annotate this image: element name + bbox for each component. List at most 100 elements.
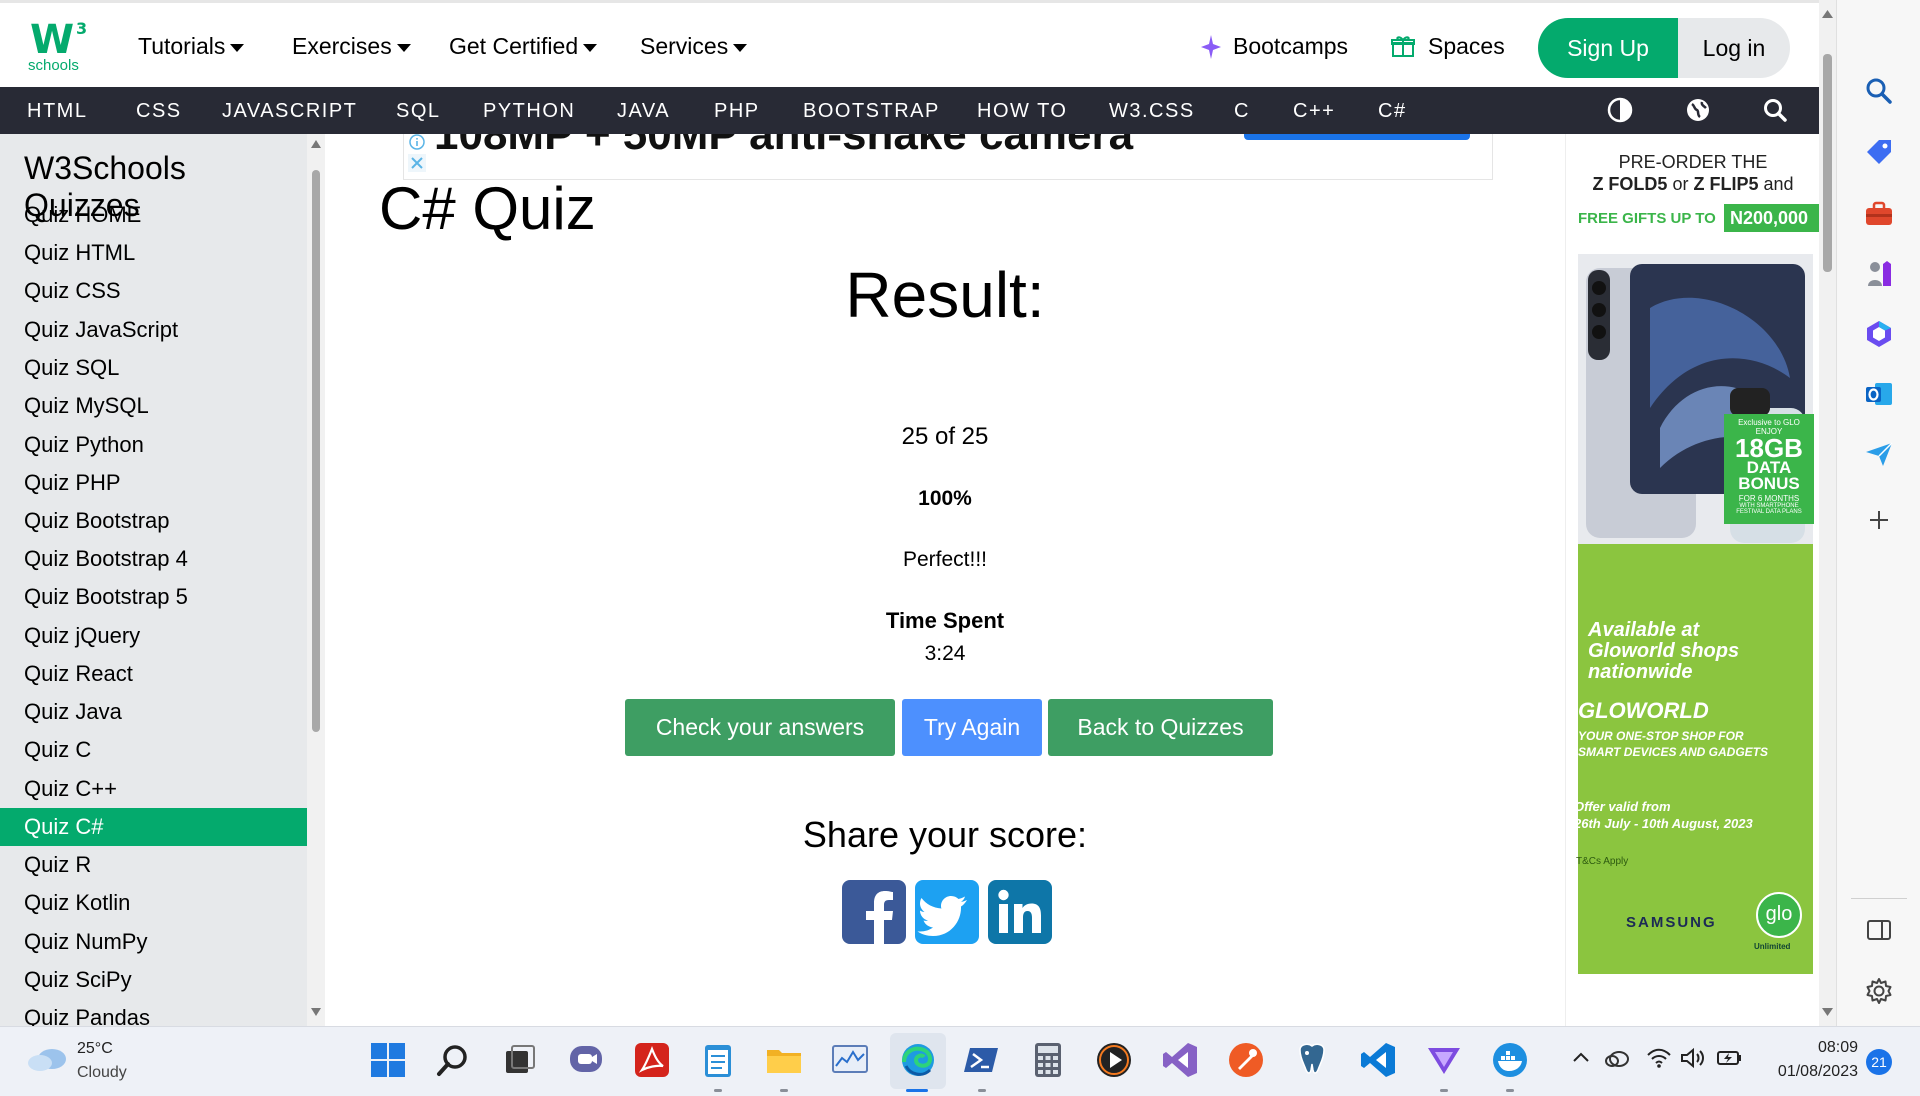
sidebar-item-quiz-javascript[interactable]: Quiz JavaScript [0, 311, 307, 349]
w3schools-logo[interactable]: W 3 schools [24, 15, 94, 77]
file-explorer-icon[interactable] [764, 1040, 804, 1080]
tray-overflow-chevron-icon[interactable] [1572, 1051, 1590, 1063]
add-icon[interactable] [1863, 504, 1895, 536]
games-chess-icon[interactable] [1863, 258, 1895, 290]
sidebar-item-quiz-sql[interactable]: Quiz SQL [0, 349, 307, 387]
notepad-icon[interactable] [698, 1040, 738, 1080]
outlook-icon[interactable] [1863, 378, 1895, 410]
menu-exercises[interactable]: Exercises [292, 33, 411, 60]
log-in-button[interactable]: Log in [1678, 18, 1790, 78]
resource-monitor-icon[interactable] [830, 1040, 870, 1080]
banner-ad-button[interactable] [1244, 134, 1470, 140]
menu-how-to[interactable]: HOW TO [977, 100, 1067, 123]
menu-services[interactable]: Services [640, 33, 748, 60]
settings-gear-icon[interactable] [1863, 975, 1895, 1007]
spaces-link[interactable]: Spaces [1428, 33, 1505, 60]
sidebar-item-quiz-home[interactable]: Quiz HOME [0, 196, 307, 234]
sidebar-item-quiz-bootstrap[interactable]: Quiz Bootstrap [0, 502, 307, 540]
ad-info-icon[interactable] [408, 134, 426, 150]
sidebar-item-quiz-scipy[interactable]: Quiz SciPy [0, 961, 307, 999]
scroll-down-arrow-icon[interactable] [311, 1008, 321, 1016]
sidebar-item-quiz-python[interactable]: Quiz Python [0, 426, 307, 464]
linkedin-share-icon[interactable] [988, 880, 1052, 944]
sidebar-scroll-thumb[interactable] [312, 170, 320, 732]
check-answers-button[interactable]: Check your answers [625, 699, 895, 756]
page-scrollbar[interactable] [1819, 0, 1836, 1026]
back-to-quizzes-button[interactable]: Back to Quizzes [1048, 699, 1273, 756]
onedrive-cloud-icon[interactable] [1604, 1047, 1630, 1069]
weather-description[interactable]: Cloudy [77, 1064, 127, 1082]
media-player-icon[interactable] [1094, 1040, 1134, 1080]
try-again-button[interactable]: Try Again [902, 699, 1042, 756]
sidebar-item-quiz-csharp[interactable]: Quiz C# [0, 808, 307, 846]
menu-php[interactable]: PHP [714, 100, 760, 123]
search-icon[interactable] [1762, 97, 1788, 123]
sidebar-item-quiz-kotlin[interactable]: Quiz Kotlin [0, 884, 307, 922]
postman-icon[interactable] [1226, 1040, 1266, 1080]
docker-icon[interactable] [1490, 1040, 1530, 1080]
send-drop-icon[interactable] [1863, 438, 1895, 470]
sidebar-item-quiz-css[interactable]: Quiz CSS [0, 272, 307, 310]
task-view-icon[interactable] [500, 1040, 540, 1080]
page-scroll-up-icon[interactable] [1822, 10, 1833, 18]
battery-charging-icon[interactable] [1716, 1047, 1744, 1069]
sidebar-item-quiz-jquery[interactable]: Quiz jQuery [0, 617, 307, 655]
sidebar-item-quiz-c[interactable]: Quiz C [0, 731, 307, 769]
notification-badge[interactable]: 21 [1866, 1049, 1892, 1075]
vpn-triangle-icon[interactable] [1424, 1040, 1464, 1080]
sidebar-scrollbar[interactable] [307, 134, 325, 1026]
sidebar-item-quiz-bootstrap-5[interactable]: Quiz Bootstrap 5 [0, 578, 307, 616]
tools-briefcase-icon[interactable] [1863, 198, 1895, 230]
powershell-icon[interactable] [962, 1040, 1002, 1080]
sidebar-item-quiz-html[interactable]: Quiz HTML [0, 234, 307, 272]
taskbar-search-icon[interactable] [434, 1040, 474, 1080]
postgresql-icon[interactable] [1292, 1040, 1332, 1080]
cloudy-weather-icon[interactable] [26, 1043, 70, 1073]
sidebar-item-quiz-cpp[interactable]: Quiz C++ [0, 770, 307, 808]
menu-csharp[interactable]: C# [1378, 100, 1407, 123]
sign-up-button[interactable]: Sign Up [1538, 18, 1678, 78]
menu-css[interactable]: CSS [136, 100, 182, 123]
weather-temperature[interactable]: 25°C [77, 1040, 113, 1058]
theme-toggle-icon[interactable] [1607, 97, 1633, 123]
menu-bootstrap[interactable]: BOOTSTRAP [803, 100, 940, 123]
microsoft-365-icon[interactable] [1863, 318, 1895, 350]
menu-java[interactable]: JAVA [617, 100, 670, 123]
windows-start-icon[interactable] [368, 1040, 408, 1080]
sidebar-item-quiz-r[interactable]: Quiz R [0, 846, 307, 884]
visual-studio-icon[interactable] [1160, 1040, 1200, 1080]
sidebar-item-quiz-pandas[interactable]: Quiz Pandas [0, 999, 307, 1026]
menu-sql[interactable]: SQL [396, 100, 441, 123]
menu-w3css[interactable]: W3.CSS [1109, 100, 1195, 123]
wifi-icon[interactable] [1646, 1047, 1672, 1069]
sidebar-item-quiz-php[interactable]: Quiz PHP [0, 464, 307, 502]
menu-get-certified[interactable]: Get Certified [449, 33, 598, 60]
menu-c[interactable]: C [1234, 100, 1250, 123]
sidebar-item-quiz-mysql[interactable]: Quiz MySQL [0, 387, 307, 425]
menu-cpp[interactable]: C++ [1293, 100, 1335, 123]
ad-close-icon[interactable] [408, 154, 426, 172]
sidebar-item-quiz-numpy[interactable]: Quiz NumPy [0, 923, 307, 961]
scroll-up-arrow-icon[interactable] [311, 140, 321, 148]
calculator-icon[interactable] [1028, 1040, 1068, 1080]
acrobat-reader-icon[interactable] [632, 1040, 672, 1080]
globe-icon[interactable] [1685, 97, 1711, 123]
sidebar-item-quiz-bootstrap-4[interactable]: Quiz Bootstrap 4 [0, 540, 307, 578]
page-scroll-thumb[interactable] [1823, 54, 1832, 272]
sidebar-item-quiz-react[interactable]: Quiz React [0, 655, 307, 693]
clock-time[interactable]: 08:09 [1762, 1039, 1858, 1057]
menu-tutorials[interactable]: Tutorials [138, 33, 245, 60]
bootcamps-link[interactable]: Bootcamps [1233, 33, 1348, 60]
menu-python[interactable]: PYTHON [483, 100, 575, 123]
sidebar-item-quiz-java[interactable]: Quiz Java [0, 693, 307, 731]
clock-date[interactable]: 01/08/2023 [1758, 1063, 1858, 1081]
shopping-tag-icon[interactable] [1863, 136, 1895, 168]
teams-chat-icon[interactable] [566, 1040, 606, 1080]
search-icon[interactable] [1863, 75, 1895, 107]
volume-icon[interactable] [1680, 1047, 1706, 1069]
vscode-icon[interactable] [1358, 1040, 1398, 1080]
twitter-share-icon[interactable] [915, 880, 979, 944]
page-scroll-down-icon[interactable] [1822, 1008, 1833, 1016]
side-panel-toggle-icon[interactable] [1863, 914, 1895, 946]
menu-javascript[interactable]: JAVASCRIPT [222, 100, 357, 123]
